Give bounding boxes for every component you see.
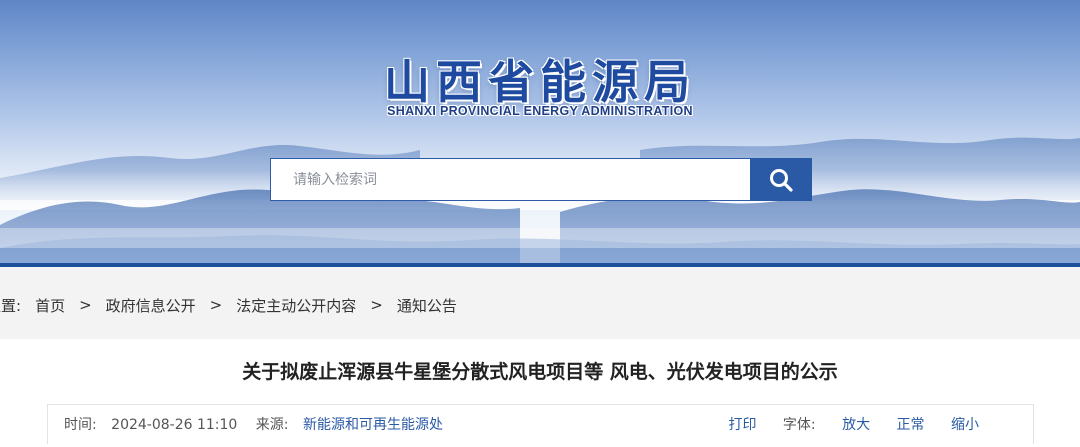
page: 山西省能源局 SHANXI PROVINCIAL ENERGY ADMINIST… [0,0,1080,447]
site-logo-title: 山西省能源局 [384,55,696,109]
breadcrumb-bar: 位置: 首页 > 政府信息公开 > 法定主动公开内容 > 通知公告 [0,267,1080,339]
font-normal-link[interactable]: 正常 [897,417,925,433]
breadcrumb: 位置: 首页 > 政府信息公开 > 法定主动公开内容 > 通知公告 [0,295,457,315]
font-size-label: 字体: [782,417,816,433]
search-input[interactable] [271,159,751,200]
article-title: 关于拟废止浑源县牛星堡分散式风电项目等 风电、光伏发电项目的公示 [242,361,838,383]
publish-time: 2024-08-26 11:10 [111,417,238,433]
source-label: 来源: [255,417,289,433]
header-banner: 山西省能源局 SHANXI PROVINCIAL ENERGY ADMINIST… [0,0,1080,263]
time-label: 时间: [64,417,97,433]
search-box [270,158,812,201]
search-button[interactable] [750,158,812,201]
breadcrumb-item-gov-info[interactable]: 政府信息公开 [106,295,196,316]
font-small-link[interactable]: 缩小 [951,417,979,433]
breadcrumb-separator: > [209,296,223,314]
article-meta-bar: 时间: 2024-08-26 11:10 来源: 新能源和可再生能源处 打印 字… [47,404,1034,444]
breadcrumb-item-home[interactable]: 首页 [35,295,65,316]
breadcrumb-separator: > [370,296,383,314]
breadcrumb-item-statutory[interactable]: 法定主动公开内容 [236,295,356,316]
print-link[interactable]: 打印 [728,417,756,433]
breadcrumb-item-notices[interactable]: 通知公告 [397,295,457,316]
search-icon [770,168,793,192]
breadcrumb-separator: > [79,296,92,314]
site-logo-subtitle: SHANXI PROVINCIAL ENERGY ADMINISTRATION [387,104,693,118]
source-value: 新能源和可再生能源处 [302,417,443,433]
mountain-scenery [0,137,1080,263]
article-meta-left: 时间: 2024-08-26 11:10 来源: 新能源和可再生能源处 [64,414,443,434]
breadcrumb-label: 位置: [0,296,22,315]
article-tools: 打印 字体: 放大 正常 缩小 [706,414,979,434]
font-large-link[interactable]: 放大 [842,417,870,433]
